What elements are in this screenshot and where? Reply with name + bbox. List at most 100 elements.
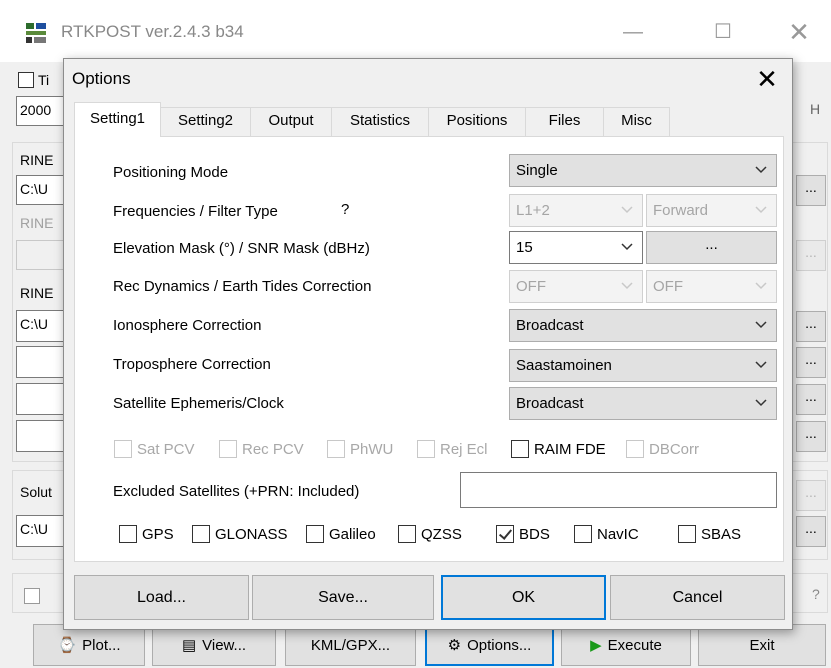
time-start-field[interactable]: 2000 xyxy=(16,96,66,126)
chevron-down-icon xyxy=(755,361,767,369)
rover-browse-button[interactable]: ... xyxy=(796,175,826,206)
positioning-mode-label: Positioning Mode xyxy=(113,164,229,181)
tab-statistics[interactable]: Statistics xyxy=(331,107,429,136)
rej-ecl-label: Rej Ecl xyxy=(440,440,488,458)
rej-ecl-checkbox[interactable]: Rej Ecl xyxy=(417,439,488,459)
frequencies-label: Frequencies / Filter Type xyxy=(113,203,278,220)
close-window-button[interactable]: ✕ xyxy=(776,12,822,52)
checkbox-box xyxy=(511,440,529,458)
exit-button[interactable]: Exit xyxy=(698,624,826,666)
checkbox-box xyxy=(626,440,644,458)
base-browse-button[interactable]: ... xyxy=(796,240,826,271)
load-button[interactable]: Load... xyxy=(74,575,249,620)
window-title: RTKPOST ver.2.4.3 b34 xyxy=(61,22,244,41)
bds-label: BDS xyxy=(519,525,550,543)
status-checkbox[interactable] xyxy=(24,588,40,604)
frequencies-help[interactable]: ? xyxy=(341,201,349,218)
sbas-checkbox[interactable]: SBAS xyxy=(678,524,741,544)
dbcorr-label: DBCorr xyxy=(649,440,700,458)
cancel-button[interactable]: Cancel xyxy=(610,575,785,620)
checkbox-box xyxy=(678,525,696,543)
tab-files[interactable]: Files xyxy=(525,107,604,136)
nav-browse-button-1[interactable]: ... xyxy=(796,311,826,342)
tab-positions[interactable]: Positions xyxy=(428,107,526,136)
checkbox-box xyxy=(417,440,435,458)
navic-checkbox[interactable]: NavIC xyxy=(574,524,639,544)
base-file-label: RINE xyxy=(20,215,54,231)
qzss-checkbox[interactable]: QZSS xyxy=(398,524,462,544)
troposphere-select[interactable]: Saastamoinen xyxy=(509,349,777,382)
tab-misc[interactable]: Misc xyxy=(603,107,670,136)
ephemeris-select[interactable]: Broadcast xyxy=(509,387,777,420)
execute-button[interactable]: ▶ Execute xyxy=(561,624,691,666)
play-icon: ▶ xyxy=(590,637,602,654)
save-button[interactable]: Save... xyxy=(252,575,434,620)
tab-output[interactable]: Output xyxy=(250,107,332,136)
view-button[interactable]: ▤ View... xyxy=(152,624,276,666)
glonass-checkbox[interactable]: GLONASS xyxy=(192,524,288,544)
gps-checkbox[interactable]: GPS xyxy=(119,524,174,544)
rover-file-input[interactable]: C:\U xyxy=(16,175,66,205)
base-file-input[interactable] xyxy=(16,240,66,270)
rec-dynamics-select[interactable]: OFF xyxy=(509,270,643,303)
excluded-satellites-input[interactable] xyxy=(460,472,777,508)
checkbox-box xyxy=(574,525,592,543)
rec-dynamics-label: Rec Dynamics / Earth Tides Correction xyxy=(113,278,372,295)
solution-browse-button[interactable]: ... xyxy=(796,516,826,547)
dialog-title: Options xyxy=(72,69,131,88)
tab-setting1[interactable]: Setting1 xyxy=(74,102,161,137)
solution-options-button[interactable]: ... xyxy=(796,480,826,511)
kml-gpx-button[interactable]: KML/GPX... xyxy=(285,624,416,666)
sat-pcv-label: Sat PCV xyxy=(137,440,195,458)
title-bar: RTKPOST ver.2.4.3 b34 — ☐ ✕ xyxy=(0,0,831,62)
earth-tides-select[interactable]: OFF xyxy=(646,270,777,303)
qzss-label: QZSS xyxy=(421,525,462,543)
elevation-mask-select[interactable]: 15 xyxy=(509,231,643,264)
solution-file-input[interactable]: C:\U xyxy=(16,515,66,547)
ionosphere-select[interactable]: Broadcast xyxy=(509,309,777,342)
galileo-checkbox[interactable]: Galileo xyxy=(306,524,376,544)
dbcorr-checkbox[interactable]: DBCorr xyxy=(626,439,699,459)
options-dialog: Options ✕ Setting1 Setting2 Output Stati… xyxy=(63,58,793,630)
ok-button[interactable]: OK xyxy=(441,575,606,620)
help-button[interactable]: ? xyxy=(812,586,820,602)
options-button[interactable]: ⚙ Options... xyxy=(425,624,554,666)
nav-browse-button-2[interactable]: ... xyxy=(796,347,826,378)
chevron-down-icon xyxy=(755,166,767,174)
nav-browse-button-4[interactable]: ... xyxy=(796,421,826,452)
frequencies-select[interactable]: L1+2 xyxy=(509,194,643,227)
options-button-label: Options... xyxy=(467,636,532,654)
positioning-mode-select[interactable]: Single xyxy=(509,154,777,187)
minimize-button[interactable]: — xyxy=(610,12,656,52)
nav-file-input-2[interactable] xyxy=(16,346,66,378)
raim-fde-checkbox[interactable]: RAIM FDE xyxy=(511,439,606,459)
solution-label: Solut xyxy=(20,484,52,500)
bds-checkbox[interactable]: BDS xyxy=(496,524,550,544)
nav-file-input-4[interactable] xyxy=(16,420,66,452)
earth-tides-value: OFF xyxy=(653,278,683,295)
phwu-checkbox[interactable]: PhWU xyxy=(327,439,393,459)
glonass-label: GLONASS xyxy=(215,525,288,543)
checkbox-box xyxy=(219,440,237,458)
nav-file-input-3[interactable] xyxy=(16,383,66,415)
chevron-down-icon xyxy=(755,321,767,329)
ephemeris-value: Broadcast xyxy=(516,395,584,412)
nav-file-input-1[interactable]: C:\U xyxy=(16,310,66,342)
rec-pcv-checkbox[interactable]: Rec PCV xyxy=(219,439,304,459)
time-start-checkbox[interactable] xyxy=(18,72,34,88)
filter-type-select[interactable]: Forward xyxy=(646,194,777,227)
snr-mask-button[interactable]: ... xyxy=(646,231,777,264)
sbas-label: SBAS xyxy=(701,525,742,543)
chevron-down-icon xyxy=(755,206,767,214)
dialog-close-button[interactable]: ✕ xyxy=(746,61,788,97)
time-end-unit: H xyxy=(810,101,821,117)
maximize-button[interactable]: ☐ xyxy=(700,12,746,52)
nav-browse-button-3[interactable]: ... xyxy=(796,384,826,415)
plot-button[interactable]: ⌚ Plot... xyxy=(33,624,145,666)
checkbox-box xyxy=(192,525,210,543)
sat-pcv-checkbox[interactable]: Sat PCV xyxy=(114,439,195,459)
checkbox-box xyxy=(398,525,416,543)
tab-setting2[interactable]: Setting2 xyxy=(160,107,251,136)
excluded-satellites-label: Excluded Satellites (+PRN: Included) xyxy=(113,483,360,500)
galileo-label: Galileo xyxy=(329,525,376,543)
